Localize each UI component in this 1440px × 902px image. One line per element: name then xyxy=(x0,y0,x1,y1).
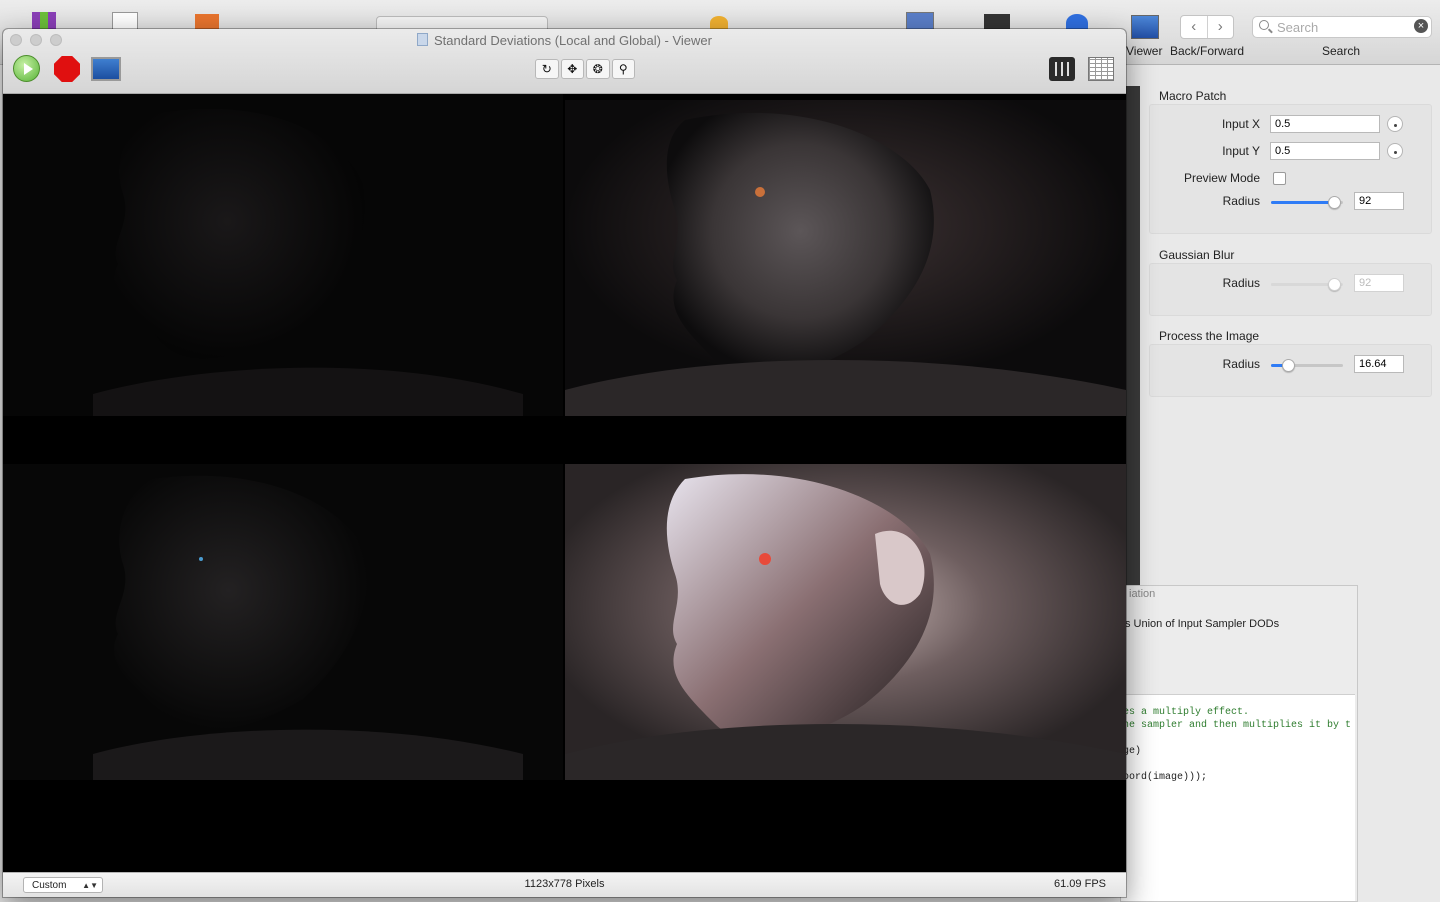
input-x-label: Input X xyxy=(1221,117,1260,131)
warning-icon[interactable] xyxy=(710,16,728,30)
face-image xyxy=(565,100,1126,416)
preview-mode-checkbox[interactable] xyxy=(1273,172,1286,185)
viewer-titlebar: Standard Deviations (Local and Global) -… xyxy=(3,29,1126,94)
blur-radius-field xyxy=(1354,274,1404,292)
search-icon xyxy=(1259,20,1269,30)
fps-readout: 61.09 FPS xyxy=(1054,878,1106,890)
macro-radius-label: Radius xyxy=(1222,194,1260,208)
input-y-label: Input Y xyxy=(1222,144,1260,158)
face-image xyxy=(93,475,523,780)
blur-radius-slider xyxy=(1271,277,1343,291)
search-field[interactable]: × xyxy=(1252,16,1432,38)
macro-radius-slider[interactable] xyxy=(1271,195,1343,209)
editor-canvas-edge xyxy=(1126,86,1140,590)
render-top-right xyxy=(565,100,1126,416)
process-radius-field[interactable] xyxy=(1354,355,1404,373)
window-title-row: Standard Deviations (Local and Global) -… xyxy=(3,33,1126,48)
render-top-left xyxy=(3,94,563,416)
slider-thumb[interactable] xyxy=(1281,359,1295,372)
process-radius-label: Radius xyxy=(1222,357,1260,371)
render-bottom-right xyxy=(565,464,1126,780)
rotate-tool-icon[interactable]: ↻ xyxy=(535,59,559,79)
macro-patch-title: Macro Patch xyxy=(1159,89,1227,103)
parameters-button[interactable] xyxy=(1049,57,1075,81)
zoom-tool-icon[interactable]: ⚲ xyxy=(611,59,635,79)
info-window-text: s Union of Input Sampler DODs xyxy=(1125,618,1280,630)
slider-thumb[interactable] xyxy=(1327,196,1341,209)
info-window: iation s Union of Input Sampler DODs es … xyxy=(1120,585,1358,902)
viewer-statusbar: Custom ▲▼ 1123x778 Pixels 61.09 FPS xyxy=(3,872,1126,897)
face-image xyxy=(93,108,523,416)
forward-arrow-icon[interactable]: › xyxy=(1208,16,1234,38)
viewer-tool-group: ↻ ✥ ❂ ⚲ xyxy=(535,59,635,79)
render-bottom-left xyxy=(3,464,563,780)
input-y-field[interactable] xyxy=(1270,142,1380,160)
preview-mode-label: Preview Mode xyxy=(1183,171,1260,185)
macro-radius-field[interactable] xyxy=(1354,192,1404,210)
image-dimensions: 1123x778 Pixels xyxy=(524,878,605,890)
document-icon xyxy=(417,33,429,46)
input-x-field[interactable] xyxy=(1270,115,1380,133)
info-window-title: iation xyxy=(1129,588,1156,600)
input-x-publish-button[interactable] xyxy=(1387,116,1403,132)
debug-tool-icon[interactable]: ❂ xyxy=(586,59,610,79)
window-title: Standard Deviations (Local and Global) -… xyxy=(434,33,712,48)
full-screen-button[interactable] xyxy=(91,57,121,81)
library-icon[interactable] xyxy=(32,12,56,30)
search-label: Search xyxy=(1322,44,1361,58)
face-image xyxy=(565,464,1126,780)
blur-radius-label: Radius xyxy=(1222,276,1260,290)
clear-search-icon[interactable]: × xyxy=(1414,19,1428,33)
code-editor[interactable]: es a multiply effect. he sampler and then… xyxy=(1121,694,1355,901)
back-forward-label: Back/Forward xyxy=(1170,44,1245,58)
code-line: he sampler and then multiplies it by t xyxy=(1123,720,1352,731)
add-patch-icon[interactable] xyxy=(195,14,219,30)
render-canvas[interactable] xyxy=(3,94,1126,872)
slider-thumb xyxy=(1327,278,1341,291)
stop-button[interactable] xyxy=(54,56,80,82)
gaussian-blur-title: Gaussian Blur xyxy=(1159,248,1235,262)
run-button[interactable] xyxy=(13,55,40,82)
back-arrow-icon[interactable]: ‹ xyxy=(1181,16,1208,38)
code-line: es a multiply effect. xyxy=(1123,707,1250,718)
move-tool-icon[interactable]: ✥ xyxy=(560,59,584,79)
viewer-label: Viewer xyxy=(1126,44,1163,58)
process-radius-slider[interactable] xyxy=(1271,358,1343,372)
back-forward-control[interactable]: ‹ › xyxy=(1180,15,1234,39)
viewer-icon[interactable] xyxy=(1131,15,1159,39)
search-input[interactable] xyxy=(1275,18,1409,36)
viewer-window: Standard Deviations (Local and Global) -… xyxy=(3,29,1126,897)
process-image-title: Process the Image xyxy=(1159,329,1260,343)
input-y-publish-button[interactable] xyxy=(1387,143,1403,159)
code-line: oord(image))); xyxy=(1123,772,1208,783)
grid-view-button[interactable] xyxy=(1088,57,1114,81)
